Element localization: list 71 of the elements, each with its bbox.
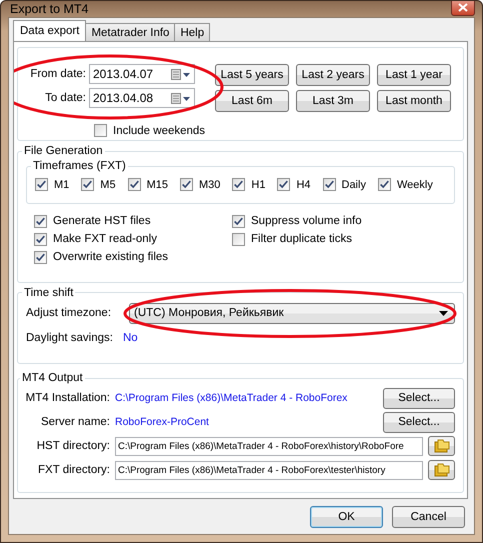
checkbox-label: Daily bbox=[342, 178, 366, 190]
directory-field[interactable]: C:\Program Files (x86)\MetaTrader 4 - RoboForex\tester\history bbox=[115, 460, 423, 480]
close-button[interactable] bbox=[451, 1, 475, 16]
field-label: FXT directory: bbox=[37, 464, 110, 476]
checkbox-label: Suppress volume info bbox=[251, 215, 362, 227]
checkbox-label: M15 bbox=[146, 178, 168, 190]
daylight-savings-value: No bbox=[122, 332, 138, 344]
group-title: Time shift bbox=[23, 286, 74, 299]
path-value: RoboForex-ProCent bbox=[115, 416, 210, 428]
checkbox[interactable] bbox=[34, 250, 47, 264]
daylight-savings-label: Daylight savings: bbox=[26, 332, 113, 344]
checkbox[interactable] bbox=[35, 178, 48, 191]
dropdown-arrow-icon bbox=[439, 310, 448, 316]
tab[interactable]: Help bbox=[174, 23, 210, 41]
date-label: From date: bbox=[29, 68, 86, 80]
tab[interactable]: Data export bbox=[13, 20, 86, 41]
calendar-dropdown-icon bbox=[171, 92, 191, 104]
checkbox-label: H4 bbox=[296, 178, 310, 190]
close-icon bbox=[458, 2, 468, 12]
checkbox-label: H1 bbox=[251, 178, 266, 190]
checkbox-label: Overwrite existing files bbox=[53, 251, 168, 263]
timezone-label: Adjust timezone: bbox=[26, 307, 112, 320]
checkbox-label: M1 bbox=[54, 178, 70, 190]
range-button[interactable]: Last 5 years bbox=[215, 64, 289, 86]
field-label: MT4 Installation: bbox=[24, 392, 110, 404]
group-title: Timeframes (FXT) bbox=[32, 160, 127, 172]
checkbox[interactable] bbox=[378, 178, 391, 191]
checkbox-label: Filter duplicate ticks bbox=[251, 233, 352, 245]
checkbox[interactable] bbox=[232, 214, 245, 228]
timezone-dropdown[interactable]: (UTC) Монровия, Рейкьявик bbox=[129, 302, 455, 324]
date-field[interactable]: 2013.04.08 bbox=[89, 88, 195, 108]
checkbox[interactable] bbox=[81, 178, 94, 191]
checkbox-label: Make FXT read-only bbox=[53, 233, 157, 245]
directory-field[interactable]: C:\Program Files (x86)\MetaTrader 4 - RoboForex\history\RoboFore bbox=[115, 436, 423, 456]
range-button[interactable]: Last 3m bbox=[296, 90, 370, 112]
date-field[interactable]: 2013.04.07 bbox=[89, 64, 195, 84]
range-button[interactable]: Last month bbox=[377, 90, 451, 112]
checkbox[interactable] bbox=[322, 178, 336, 191]
range-button[interactable]: Last 1 year bbox=[377, 64, 451, 86]
window-title: Export to MT4 bbox=[9, 2, 88, 16]
field-label: HST directory: bbox=[36, 440, 110, 452]
browse-folder-button[interactable] bbox=[428, 460, 455, 480]
checkbox[interactable] bbox=[180, 178, 193, 191]
field-label: Server name: bbox=[40, 416, 110, 428]
checkbox-label: Weekly bbox=[396, 178, 433, 190]
dialog-button[interactable]: Cancel bbox=[392, 506, 465, 528]
checkbox-label: M30 bbox=[198, 178, 220, 190]
checkbox[interactable] bbox=[94, 124, 107, 137]
checkbox[interactable] bbox=[34, 214, 47, 228]
checkbox[interactable] bbox=[232, 178, 246, 191]
checkbox[interactable] bbox=[277, 178, 290, 191]
checkbox[interactable] bbox=[232, 232, 245, 246]
checkbox-label: Include weekends bbox=[113, 124, 206, 136]
browse-folder-button[interactable] bbox=[428, 436, 455, 456]
date-label: To date: bbox=[44, 92, 86, 104]
checkbox-label: M5 bbox=[100, 178, 116, 190]
select-button[interactable]: Select... bbox=[383, 412, 455, 433]
folder-icon bbox=[434, 463, 450, 478]
select-button[interactable]: Select... bbox=[383, 388, 455, 409]
calendar-dropdown-icon bbox=[171, 68, 191, 80]
range-button[interactable]: Last 2 years bbox=[296, 64, 370, 86]
path-value: C:\Program Files (x86)\MetaTrader 4 - RoboForex bbox=[115, 392, 348, 404]
checkbox-label: Generate HST files bbox=[53, 215, 151, 227]
group-title: MT4 Output bbox=[21, 372, 84, 384]
range-button[interactable]: Last 6m bbox=[215, 90, 289, 112]
checkbox[interactable] bbox=[34, 232, 47, 246]
tab[interactable]: Metatrader Info bbox=[85, 23, 176, 41]
folder-icon bbox=[434, 439, 450, 454]
dialog-button[interactable]: OK bbox=[310, 506, 383, 528]
checkbox[interactable] bbox=[128, 178, 141, 191]
group-title: File Generation bbox=[23, 145, 104, 157]
